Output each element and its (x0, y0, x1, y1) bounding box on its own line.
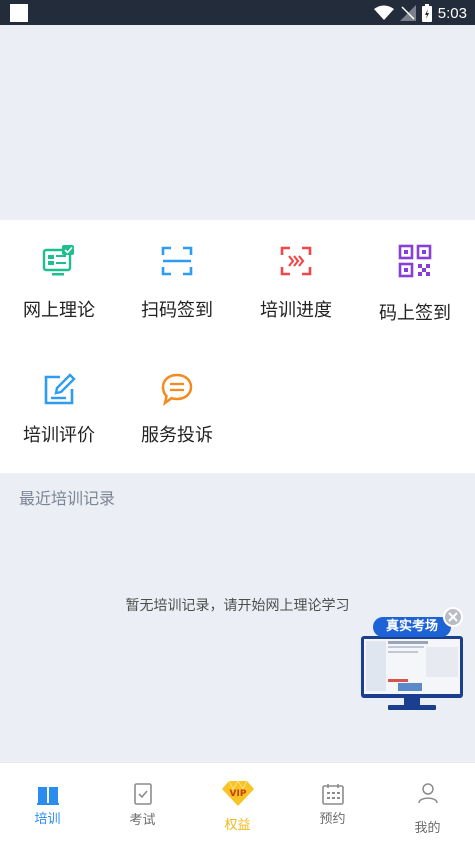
real-exam-label: 真实考场 (373, 617, 451, 637)
monitor-check-icon (42, 245, 74, 276)
recent-section-title: 最近培训记录 (19, 489, 116, 508)
menu-item-online-theory[interactable]: 网上理论 (0, 220, 118, 346)
tab-label: 培训 (34, 812, 61, 827)
signal-off-icon (399, 5, 416, 21)
qr-code-icon (398, 244, 432, 278)
real-exam-floating-ad[interactable]: 真实考场 (360, 607, 464, 713)
menu-item-label: 培训进度 (260, 300, 332, 321)
tab-label: 预约 (319, 812, 346, 827)
exam-check-icon (134, 783, 152, 805)
battery-icon (421, 4, 432, 22)
status-icons: 5:03 (373, 2, 467, 24)
tab-label: 我的 (414, 821, 441, 836)
menu-item-label: 培训评价 (23, 425, 95, 446)
tab-training[interactable]: 培训 (0, 763, 95, 844)
menu-item-label: 码上签到 (379, 303, 451, 324)
user-icon (418, 783, 438, 804)
tab-benefits[interactable]: VIP 权益 (190, 763, 285, 844)
vip-diamond-icon: VIP (222, 780, 254, 806)
monitor-screenshot-icon (361, 636, 463, 710)
wifi-icon (373, 5, 394, 20)
close-ad-button[interactable] (443, 607, 463, 627)
menu-item-qr-checkin[interactable]: 码上签到 (356, 220, 474, 346)
menu-item-label: 服务投诉 (141, 425, 213, 446)
tab-label: 考试 (129, 813, 156, 828)
close-icon (448, 612, 458, 622)
menu-item-label: 扫码签到 (141, 300, 213, 321)
book-icon (37, 787, 59, 805)
menu-item-service-complaint[interactable]: 服务投诉 (118, 346, 236, 473)
menu-item-scan-checkin[interactable]: 扫码签到 (118, 220, 236, 346)
notification-icon (10, 4, 28, 22)
calendar-icon (322, 784, 344, 805)
bottom-tab-bar: 培训 考试 VIP 权益 预约 我的 (0, 762, 475, 844)
menu-item-label: 网上理论 (23, 300, 95, 321)
progress-arrows-icon (280, 246, 312, 276)
tab-label: 权益 (224, 818, 251, 833)
chat-bubble-icon (161, 373, 193, 406)
svg-text:VIP: VIP (230, 789, 247, 799)
edit-note-icon (44, 373, 76, 405)
tab-reservation[interactable]: 预约 (285, 763, 380, 844)
menu-item-training-evaluation[interactable]: 培训评价 (0, 346, 118, 473)
status-bar: 5:03 (0, 0, 475, 25)
tab-exam[interactable]: 考试 (95, 763, 190, 844)
scan-frame-icon (161, 246, 193, 276)
menu-grid: 网上理论 扫码签到 培训进度 码上签到 培训评价 服务投诉 (0, 220, 475, 473)
clock: 5:03 (437, 4, 467, 22)
banner-area[interactable] (0, 25, 475, 220)
menu-item-training-progress[interactable]: 培训进度 (237, 220, 355, 346)
tab-mine[interactable]: 我的 (380, 763, 475, 844)
